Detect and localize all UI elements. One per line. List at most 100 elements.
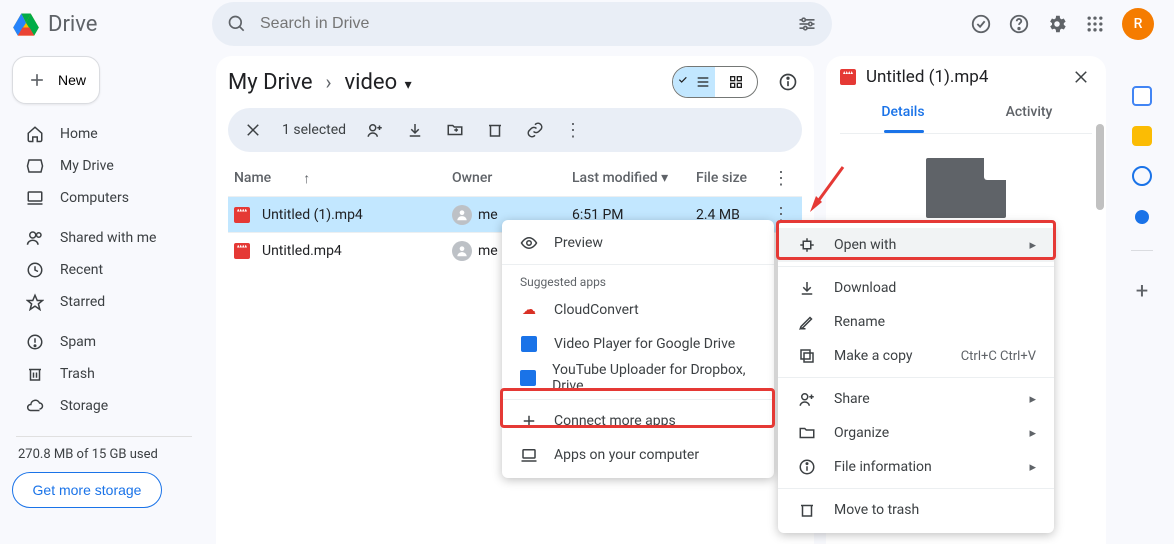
search-bar[interactable] [212,2,832,46]
get-addons-icon[interactable]: + [1136,279,1148,304]
account-avatar[interactable]: R [1122,8,1154,40]
drive-logo-icon [12,10,40,38]
side-panel: + [1118,56,1166,544]
copy-icon [796,345,818,367]
menu-move-trash[interactable]: Move to trash [778,493,1054,527]
video-file-icon [234,243,250,259]
tab-activity[interactable]: Activity [966,104,1092,130]
file-name: Untitled (1).mp4 [262,207,363,223]
offline-ready-icon[interactable] [970,13,992,35]
scrollbar-thumb[interactable] [1096,124,1104,210]
sort-arrow-icon: ↑ [303,170,310,187]
menu-label: Download [834,280,896,296]
list-view-button[interactable] [673,67,715,97]
search-input[interactable] [260,15,784,33]
storage-usage: 270.8 MB of 15 GB used [12,447,196,462]
col-modified[interactable]: Last modified ▾ [572,170,696,186]
home-icon [24,123,46,145]
plus-icon [520,412,538,430]
nav-label: Computers [60,190,129,206]
apps-grid-icon[interactable] [1084,13,1106,35]
file-preview-icon [926,158,1006,218]
new-button[interactable]: New [12,56,100,104]
owner-avatar-icon [452,205,472,225]
search-icon [226,13,248,35]
delete-icon[interactable] [484,119,506,141]
menu-label: File information [834,459,932,475]
menu-label: Video Player for Google Drive [554,336,735,352]
menu-file-info[interactable]: File information ▸ [778,450,1054,484]
move-icon[interactable] [444,119,466,141]
caret-down-icon: ▾ [658,170,669,186]
share-icon[interactable] [364,119,386,141]
menu-label: Make a copy [834,348,913,364]
breadcrumb-folder[interactable]: video ▾ [345,70,412,95]
submenu-arrow-icon: ▸ [1029,426,1036,441]
close-icon[interactable] [1070,66,1092,88]
sidebar-divider [16,436,192,437]
help-icon[interactable] [1008,13,1030,35]
info-icon [796,456,818,478]
computer-icon [24,187,46,209]
col-size[interactable]: File size [696,170,766,186]
logo-area[interactable]: Drive [12,10,212,38]
details-title: Untitled (1).mp4 [866,67,988,87]
menu-app-youtube-uploader[interactable]: YouTube Uploader for Dropbox, Drive [502,361,774,395]
menu-rename[interactable]: Rename [778,305,1054,339]
open-with-submenu: Preview Suggested apps ☁ CloudConvert Vi… [502,220,774,478]
search-options-icon[interactable] [796,13,818,35]
nav-my-drive[interactable]: My Drive [12,150,196,182]
new-button-label: New [58,72,86,88]
download-icon[interactable] [404,119,426,141]
laptop-icon [520,446,538,464]
breadcrumb-root[interactable]: My Drive [228,70,313,95]
tasks-addon-icon[interactable] [1132,166,1152,186]
menu-label: Connect more apps [554,413,676,429]
nav-trash[interactable]: Trash [12,358,196,390]
nav-spam[interactable]: Spam [12,326,196,358]
tab-details[interactable]: Details [840,104,966,130]
col-owner[interactable]: Owner [452,170,572,186]
grid-view-button[interactable] [715,67,757,97]
nav-storage[interactable]: Storage [12,390,196,422]
get-more-storage-button[interactable]: Get more storage [12,472,162,508]
nav-recent[interactable]: Recent [12,254,196,286]
menu-label: Organize [834,425,889,441]
nav-starred[interactable]: Starred [12,286,196,318]
menu-apps-computer[interactable]: Apps on your computer [502,438,774,472]
menu-download[interactable]: Download [778,271,1054,305]
menu-app-video-player[interactable]: Video Player for Google Drive [502,327,774,361]
nav-shared[interactable]: Shared with me [12,222,196,254]
col-name[interactable]: Name↑ [234,170,452,187]
link-icon[interactable] [524,119,546,141]
columns-menu-icon[interactable]: ⋮ [766,168,796,189]
video-file-icon [234,207,250,223]
menu-connect-apps[interactable]: Connect more apps [502,404,774,438]
submenu-arrow-icon: ▸ [1029,238,1036,253]
more-actions-icon[interactable]: ⋮ [564,120,582,141]
nav-home[interactable]: Home [12,118,196,150]
menu-app-cloudconvert[interactable]: ☁ CloudConvert [502,293,774,327]
nav-computers[interactable]: Computers [12,182,196,214]
app-icon: ☁ [520,301,538,319]
annotation-arrow [808,162,848,212]
view-toggle[interactable] [672,66,758,98]
menu-preview[interactable]: Preview [502,226,774,260]
submenu-arrow-icon: ▸ [1029,392,1036,407]
menu-share[interactable]: Share ▸ [778,382,1054,416]
settings-icon[interactable] [1046,13,1068,35]
menu-organize[interactable]: Organize ▸ [778,416,1054,450]
file-name: Untitled.mp4 [262,243,342,259]
contacts-addon-icon[interactable] [1135,210,1149,224]
top-bar: Drive R [0,0,1174,48]
close-selection-icon[interactable] [242,119,264,141]
menu-open-with[interactable]: Open with ▸ [778,228,1054,262]
menu-divider [778,488,1054,489]
keep-addon-icon[interactable] [1132,126,1152,146]
file-owner: me [478,243,498,259]
view-details-icon[interactable] [774,68,802,96]
nav-label: Shared with me [60,230,156,246]
menu-make-copy[interactable]: Make a copy Ctrl+C Ctrl+V [778,339,1054,373]
nav-label: Recent [60,262,103,278]
calendar-addon-icon[interactable] [1132,86,1152,106]
